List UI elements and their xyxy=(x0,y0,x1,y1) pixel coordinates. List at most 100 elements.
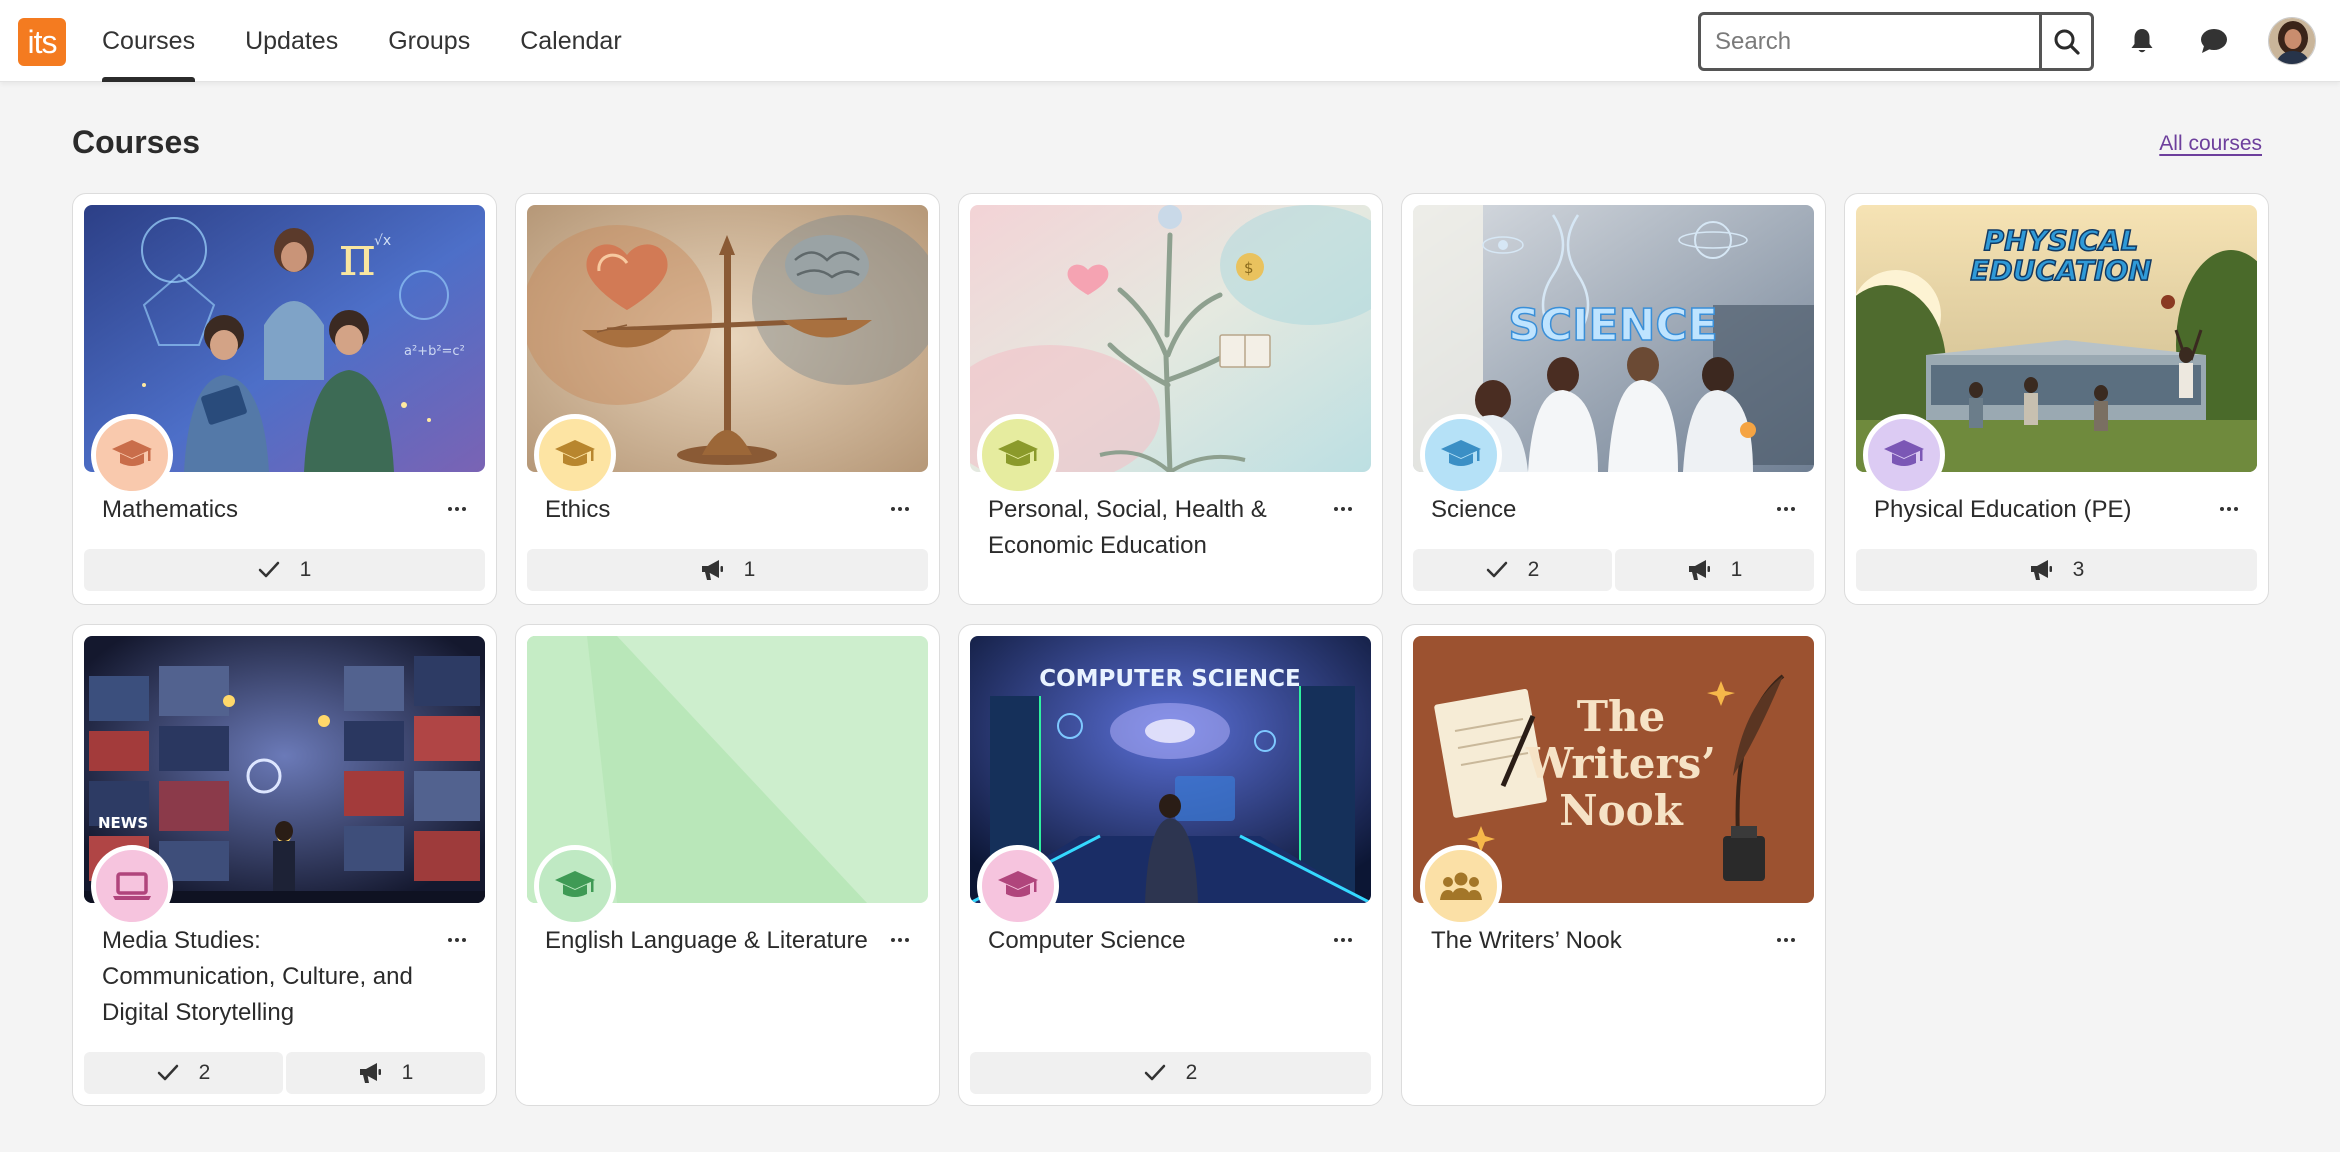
more-options-button[interactable] xyxy=(1328,494,1358,524)
more-options-button[interactable] xyxy=(1771,925,1801,955)
search-icon xyxy=(2054,29,2080,55)
megaphone-icon xyxy=(1688,560,1710,580)
stat-count: 1 xyxy=(299,558,312,581)
course-badge xyxy=(977,845,1059,927)
course-stats: 1 xyxy=(527,549,928,591)
pe-thumb-text-2: EDUCATION xyxy=(1970,254,2151,287)
stat-count: 1 xyxy=(401,1061,414,1084)
graduation-cap-icon xyxy=(1441,440,1481,466)
stat-tasks[interactable]: 1 xyxy=(84,549,485,591)
course-title[interactable]: Computer Science xyxy=(988,923,1318,959)
logo-text: its xyxy=(27,24,58,60)
course-badge xyxy=(91,845,173,927)
more-options-button[interactable] xyxy=(1771,494,1801,524)
stat-tasks[interactable]: 2 xyxy=(1413,549,1612,591)
search-button[interactable] xyxy=(2039,15,2091,68)
nav-groups[interactable]: Groups xyxy=(388,0,470,82)
svg-text:√x: √x xyxy=(374,233,391,249)
check-icon xyxy=(157,1064,178,1081)
more-options-button[interactable] xyxy=(442,925,472,955)
avatar-image xyxy=(2269,18,2315,64)
search-box xyxy=(1698,12,2094,71)
course-title[interactable]: Science xyxy=(1431,492,1761,528)
stat-count: 2 xyxy=(198,1061,211,1084)
media-news-text: NEWS xyxy=(98,814,148,832)
course-badge xyxy=(1420,845,1502,927)
graduation-cap-icon xyxy=(555,871,595,897)
messages-button[interactable] xyxy=(2197,24,2231,58)
more-options-button[interactable] xyxy=(2214,494,2244,524)
svg-text:a²+b²=c²: a²+b²=c² xyxy=(404,344,465,359)
svg-text:π: π xyxy=(339,224,376,289)
check-icon xyxy=(1486,561,1507,578)
stat-announcements[interactable]: 1 xyxy=(286,1052,485,1094)
course-badge xyxy=(534,845,616,927)
graduation-cap-icon xyxy=(555,440,595,466)
laptop-icon xyxy=(113,872,151,900)
more-options-button[interactable] xyxy=(442,494,472,524)
pe-thumb-text-1: PHYSICAL xyxy=(1984,224,2139,257)
notifications-button[interactable] xyxy=(2125,24,2159,58)
bell-icon xyxy=(2131,29,2153,53)
course-title[interactable]: The Writers’ Nook xyxy=(1431,923,1761,959)
writers-thumb-text-2: Writers’ xyxy=(1525,739,1716,788)
nav-courses[interactable]: Courses xyxy=(102,0,196,82)
writers-thumb-text-1: The xyxy=(1577,692,1666,741)
stat-announcements[interactable]: 1 xyxy=(527,549,928,591)
course-stats: 3 xyxy=(1856,549,2257,591)
course-card-computer-science[interactable]: COMPUTER SCIENCE Computer Science 2 xyxy=(958,624,1383,1106)
user-avatar[interactable] xyxy=(2268,17,2316,65)
app-logo[interactable]: its xyxy=(18,18,66,66)
stat-count: 3 xyxy=(2072,558,2085,581)
course-title[interactable]: Ethics xyxy=(545,492,875,528)
course-stats: 1 xyxy=(84,549,485,591)
main-nav: Courses Updates Groups Calendar xyxy=(102,0,672,82)
group-icon xyxy=(1440,872,1482,900)
course-badge xyxy=(534,414,616,496)
course-title[interactable]: Personal, Social, Health & Economic Educ… xyxy=(988,492,1318,564)
more-options-button[interactable] xyxy=(885,925,915,955)
top-navigation-bar: its Courses Updates Groups Calendar xyxy=(0,0,2340,82)
all-courses-link[interactable]: All courses xyxy=(2159,132,2262,156)
course-card-mathematics[interactable]: π √x a²+b²=c² Mathematics 1 xyxy=(72,193,497,605)
nav-updates[interactable]: Updates xyxy=(245,0,338,82)
check-icon xyxy=(258,561,279,578)
graduation-cap-icon xyxy=(112,440,152,466)
writers-thumb-text-3: Nook xyxy=(1559,786,1683,835)
more-options-button[interactable] xyxy=(885,494,915,524)
search-input[interactable] xyxy=(1701,15,2039,68)
stat-announcements[interactable]: 3 xyxy=(1856,549,2257,591)
course-stats: 2 1 xyxy=(1413,549,1814,591)
page-title: Courses xyxy=(72,124,201,160)
course-title[interactable]: Mathematics xyxy=(102,492,432,528)
megaphone-icon xyxy=(701,560,723,580)
course-title[interactable]: English Language & Literature xyxy=(545,923,875,959)
stat-count: 2 xyxy=(1185,1061,1198,1084)
science-thumb-text: SCIENCE xyxy=(1508,300,1718,351)
course-card-english[interactable]: English Language & Literature xyxy=(515,624,940,1106)
chat-bubble-icon xyxy=(2201,29,2227,53)
course-card-physical-education[interactable]: PHYSICAL EDUCATION Physical Education (P… xyxy=(1844,193,2269,605)
course-card-science[interactable]: SCIENCE Science 2 1 xyxy=(1401,193,1826,605)
stat-tasks[interactable]: 2 xyxy=(84,1052,283,1094)
course-title[interactable]: Media Studies: Communication, Culture, a… xyxy=(102,923,432,1031)
course-badge xyxy=(1420,414,1502,496)
megaphone-icon xyxy=(2030,560,2052,580)
course-card-ethics[interactable]: Ethics 1 xyxy=(515,193,940,605)
nav-calendar[interactable]: Calendar xyxy=(520,0,621,82)
course-title[interactable]: Physical Education (PE) xyxy=(1874,492,2204,528)
course-card-writers-nook[interactable]: The Writers’ Nook The Writers’ Nook xyxy=(1401,624,1826,1106)
stat-count: 2 xyxy=(1527,558,1540,581)
course-badge xyxy=(977,414,1059,496)
check-icon xyxy=(1144,1064,1165,1081)
stat-count: 1 xyxy=(1730,558,1743,581)
course-card-pshe[interactable]: $ Personal, Social, Health & Economic Ed… xyxy=(958,193,1383,605)
graduation-cap-icon xyxy=(1884,440,1924,466)
more-options-button[interactable] xyxy=(1328,925,1358,955)
stat-tasks[interactable]: 2 xyxy=(970,1052,1371,1094)
graduation-cap-icon xyxy=(998,871,1038,897)
graduation-cap-icon xyxy=(998,440,1038,466)
stat-announcements[interactable]: 1 xyxy=(1615,549,1814,591)
course-card-media-studies[interactable]: NEWS Media Studies: Communication, Cultu… xyxy=(72,624,497,1106)
svg-text:$: $ xyxy=(1244,259,1254,277)
